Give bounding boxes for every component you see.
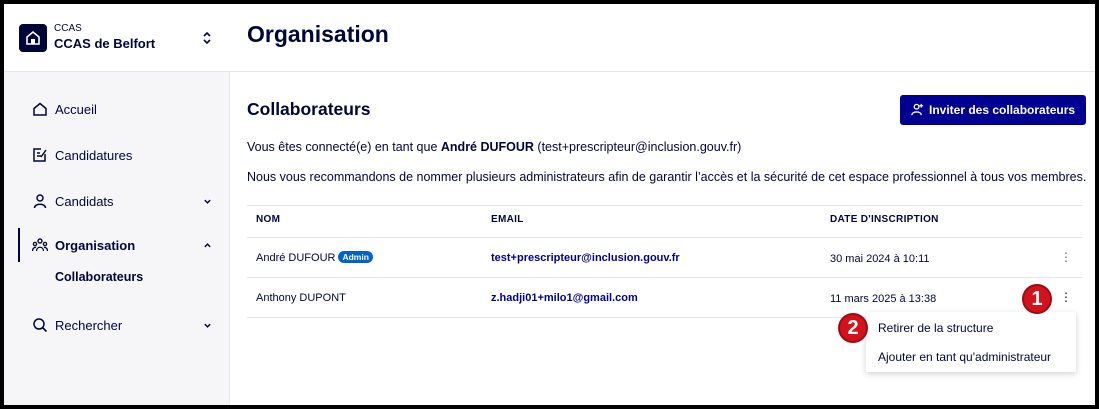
connected-user-text: Vous êtes connecté(e) en tant que André … bbox=[247, 140, 741, 154]
sidebar-item-rechercher[interactable]: Rechercher bbox=[4, 308, 230, 342]
table-divider bbox=[247, 317, 867, 318]
sidebar-item-candidatures[interactable]: Candidatures bbox=[4, 138, 230, 172]
column-header-nom: NOM bbox=[256, 214, 281, 225]
connected-name: André DUFOUR bbox=[440, 140, 534, 154]
more-options-icon[interactable]: ⋮ bbox=[1060, 291, 1072, 304]
sidebar-subitem-collaborateurs[interactable]: Collaborateurs bbox=[55, 270, 143, 284]
sidebar-item-label: Rechercher bbox=[55, 317, 123, 333]
sidebar-item-label: Candidatures bbox=[55, 147, 133, 163]
sidebar-item-label: Accueil bbox=[55, 101, 97, 117]
sidebar-item-candidats[interactable]: Candidats bbox=[4, 184, 230, 218]
user-name: André DUFOUR bbox=[256, 252, 336, 264]
sidebar-item-label: Candidats bbox=[55, 193, 114, 209]
sidebar: CCAS CCAS de Belfort Accueil Candidature… bbox=[4, 4, 230, 405]
team-icon bbox=[32, 238, 48, 252]
step-marker-1: 1 bbox=[1022, 284, 1052, 314]
document-edit-icon bbox=[33, 148, 47, 162]
menu-item-make-admin[interactable]: Ajouter en tant qu'administrateur bbox=[878, 350, 1051, 364]
column-header-date: DATE D'INSCRIPTION bbox=[830, 214, 939, 225]
table-top-divider bbox=[247, 205, 1083, 206]
chevron-down-icon bbox=[204, 199, 211, 204]
table-row-email[interactable]: test+prescripteur@inclusion.gouv.fr bbox=[491, 252, 680, 264]
table-row-name: Anthony DUPONT bbox=[256, 292, 346, 304]
add-user-icon bbox=[911, 103, 924, 116]
row-actions-menu: Retirer de la structure Ajouter en tant … bbox=[866, 312, 1076, 372]
column-header-email: EMAIL bbox=[491, 214, 524, 225]
table-row-name: André DUFOUR Admin bbox=[256, 251, 373, 264]
user-icon bbox=[33, 194, 47, 209]
recommendation-text: Nous vous recommandons de nommer plusieu… bbox=[247, 170, 1087, 184]
organisation-switcher[interactable]: CCAS CCAS de Belfort bbox=[4, 4, 230, 72]
sidebar-item-accueil[interactable]: Accueil bbox=[4, 92, 230, 126]
chevron-down-icon bbox=[204, 323, 211, 328]
chevron-up-icon bbox=[204, 242, 211, 247]
table-divider bbox=[247, 277, 1083, 278]
window: CCAS CCAS de Belfort Accueil Candidature… bbox=[0, 0, 1099, 409]
invite-button-label: Inviter des collaborateurs bbox=[929, 103, 1076, 117]
building-icon bbox=[19, 24, 47, 52]
table-row-email[interactable]: z.hadji01+milo1@gmail.com bbox=[491, 292, 638, 304]
chevron-up-down-icon bbox=[203, 31, 211, 45]
table-row-date: 11 mars 2025 à 13:38 bbox=[830, 293, 937, 305]
connected-email: (test+prescripteur@inclusion.gouv.fr) bbox=[533, 140, 742, 154]
page-header: Organisation bbox=[230, 4, 1095, 72]
connected-prefix: Vous êtes connecté(e) en tant que bbox=[247, 140, 441, 154]
search-icon bbox=[33, 318, 48, 333]
more-options-icon[interactable]: ⋮ bbox=[1060, 251, 1072, 264]
table-divider bbox=[247, 237, 1083, 238]
sidebar-item-label: Organisation bbox=[55, 237, 136, 253]
page-title: Organisation bbox=[247, 21, 389, 47]
section-title: Collaborateurs bbox=[247, 99, 371, 119]
table-row-date: 30 mai 2024 à 10:11 bbox=[830, 253, 930, 265]
step-marker-2: 2 bbox=[838, 313, 868, 343]
organisation-name: CCAS de Belfort bbox=[54, 36, 156, 51]
menu-item-remove[interactable]: Retirer de la structure bbox=[878, 321, 993, 335]
organisation-type: CCAS bbox=[54, 23, 82, 34]
sidebar-item-organisation[interactable]: Organisation bbox=[4, 228, 230, 262]
home-icon bbox=[33, 102, 47, 116]
admin-badge: Admin bbox=[338, 251, 373, 263]
invite-collaborators-button[interactable]: Inviter des collaborateurs bbox=[900, 95, 1086, 125]
